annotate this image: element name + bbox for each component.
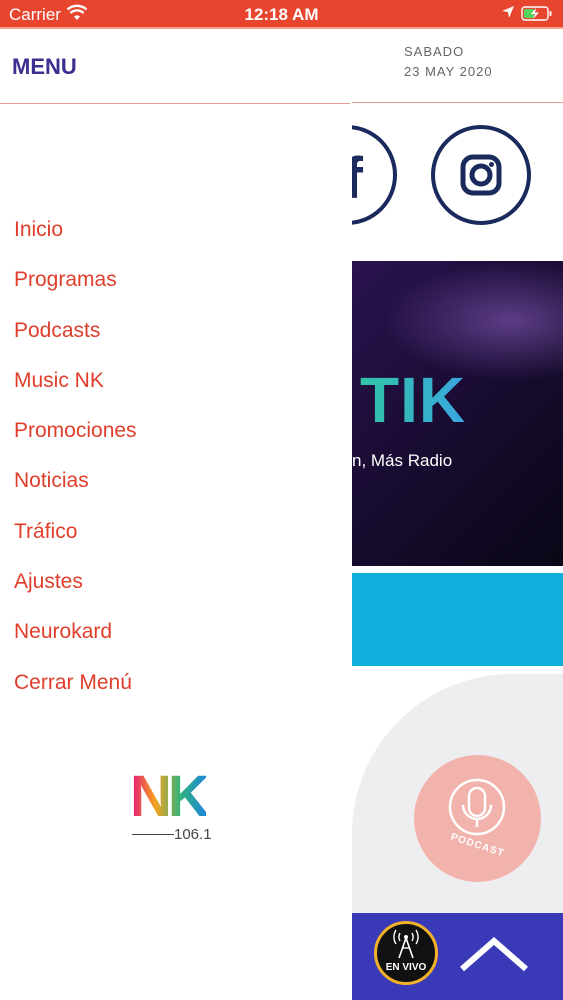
date-day: SABADO [404, 44, 465, 59]
battery-charging-icon [521, 6, 553, 26]
menu-item-promociones[interactable]: Promociones [14, 417, 137, 467]
menu-item-noticias[interactable]: Noticias [14, 467, 137, 517]
podcast-button[interactable]: PODCAST [414, 755, 541, 882]
menu-item-programas[interactable]: Programas [14, 266, 137, 316]
menu-item-podcasts[interactable]: Podcasts [14, 317, 137, 367]
banner-subtitle: n, Más Radio [352, 451, 453, 470]
instagram-icon[interactable] [431, 125, 531, 225]
menu-item-inicio[interactable]: Inicio [14, 216, 137, 266]
menu-item-music-nk[interactable]: Music NK [14, 367, 137, 417]
menu-list: Inicio Programas Podcasts Music NK Promo… [14, 216, 137, 719]
menu-item-ajustes[interactable]: Ajustes [14, 568, 137, 618]
status-bar: Carrier 12:18 AM [0, 0, 563, 27]
menu-item-neurokard[interactable]: Neurokard [14, 618, 137, 668]
side-drawer: MENU Inicio Programas Podcasts Music NK … [0, 29, 352, 1000]
chevron-up-icon[interactable] [458, 935, 530, 980]
main-content: SABADO 23 MAY 2020 f TIK n, Más Radio PO… [352, 29, 563, 1000]
menu-item-cerrar-menu[interactable]: Cerrar Menú [14, 669, 137, 719]
logo-rule [132, 834, 174, 835]
station-logo: NK 106.1 [130, 766, 222, 846]
cyan-panel[interactable] [352, 573, 563, 666]
location-arrow-icon [501, 5, 515, 24]
logo-text: NK [130, 764, 210, 829]
date-full: 23 MAY 2020 [404, 64, 493, 79]
menu-title: MENU [12, 54, 77, 79]
facebook-icon[interactable]: f [352, 125, 397, 225]
drawer-divider [0, 103, 350, 104]
promo-banner[interactable]: TIK n, Más Radio [352, 261, 563, 566]
player-bar: EN VIVO [352, 913, 563, 1000]
antenna-icon [393, 929, 419, 959]
live-button[interactable]: EN VIVO [374, 921, 438, 985]
header-divider [352, 102, 563, 103]
live-label: EN VIVO [385, 962, 427, 973]
clock: 12:18 AM [244, 5, 319, 24]
logo-frequency: 106.1 [174, 826, 212, 843]
menu-item-trafico[interactable]: Tráfico [14, 518, 137, 568]
banner-title: TIK [360, 364, 467, 436]
